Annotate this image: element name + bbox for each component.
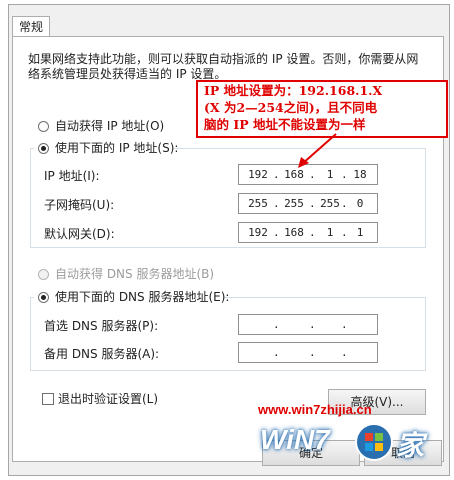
alternate-dns-label: 备用 DNS 服务器(A): (44, 347, 160, 361)
tab-general[interactable]: 常规 (12, 16, 50, 37)
octet-separator: . (309, 318, 316, 331)
octet-separator: . (273, 346, 280, 359)
validate-on-exit-checkbox[interactable] (42, 393, 54, 405)
windows-logo-icon (355, 423, 393, 461)
annotation-arrow (298, 133, 337, 168)
watermark-url: www.win7zhijia.cn (258, 402, 372, 417)
radio-manual-ip[interactable] (38, 143, 49, 154)
octet-separator: . (341, 318, 348, 331)
alternate-dns-input[interactable]: . . . (238, 342, 378, 363)
preferred-dns-input[interactable]: . . . (238, 314, 378, 335)
label-manual-dns: 使用下面的 DNS 服务器地址(E): (55, 290, 230, 304)
watermark-logo: WiN7 家 (258, 416, 454, 472)
octet-separator: . (309, 346, 316, 359)
annotation-line-1: IP 地址设置为：192.168.1.X (204, 83, 383, 98)
watermark-logo-char: 家 (396, 430, 425, 461)
default-gateway-input[interactable]: 192 . 168 . 1 . 1 (238, 222, 378, 243)
octet-separator: . (341, 346, 348, 359)
octet-separator: . (273, 318, 280, 331)
preferred-dns-label: 首选 DNS 服务器(P): (44, 319, 159, 333)
description-line-1: 如果网络支持此功能，则可以获取自动指派的 IP 设置。否则，你需要从网 (28, 52, 419, 66)
watermark-logo-text: WiN7 (260, 424, 330, 455)
validate-on-exit-label: 退出时验证设置(L) (58, 392, 159, 406)
label-manual-ip: 使用下面的 IP 地址(S): (55, 141, 179, 155)
radio-manual-dns[interactable] (38, 292, 49, 303)
mask-octet-4: 0 (356, 197, 364, 210)
gw-octet-2: 168 (284, 226, 304, 239)
radio-auto-ip[interactable] (38, 121, 49, 132)
gw-octet-1: 192 (248, 226, 268, 239)
label-auto-dns: 自动获得 DNS 服务器地址(B) (55, 267, 215, 281)
annotation-line-3: 脑的 IP 地址不能设置为一样 (204, 117, 366, 132)
subnet-mask-label: 子网掩码(U): (44, 198, 115, 212)
ip-address-label: IP 地址(I): (44, 169, 100, 183)
mask-octet-2: 255 (284, 197, 304, 210)
gw-octet-4: 1 (356, 226, 364, 239)
radio-auto-dns[interactable] (38, 269, 49, 280)
ip-octet-1: 192 (248, 168, 268, 181)
mask-octet-1: 255 (248, 197, 268, 210)
default-gateway-label: 默认网关(D): (44, 227, 115, 241)
subnet-mask-input[interactable]: 255 . 255 . 255 . 0 (238, 193, 378, 214)
label-auto-ip: 自动获得 IP 地址(O) (55, 119, 165, 133)
annotation-line-2: (X 为2—254之间)，且不同电 (204, 100, 378, 115)
